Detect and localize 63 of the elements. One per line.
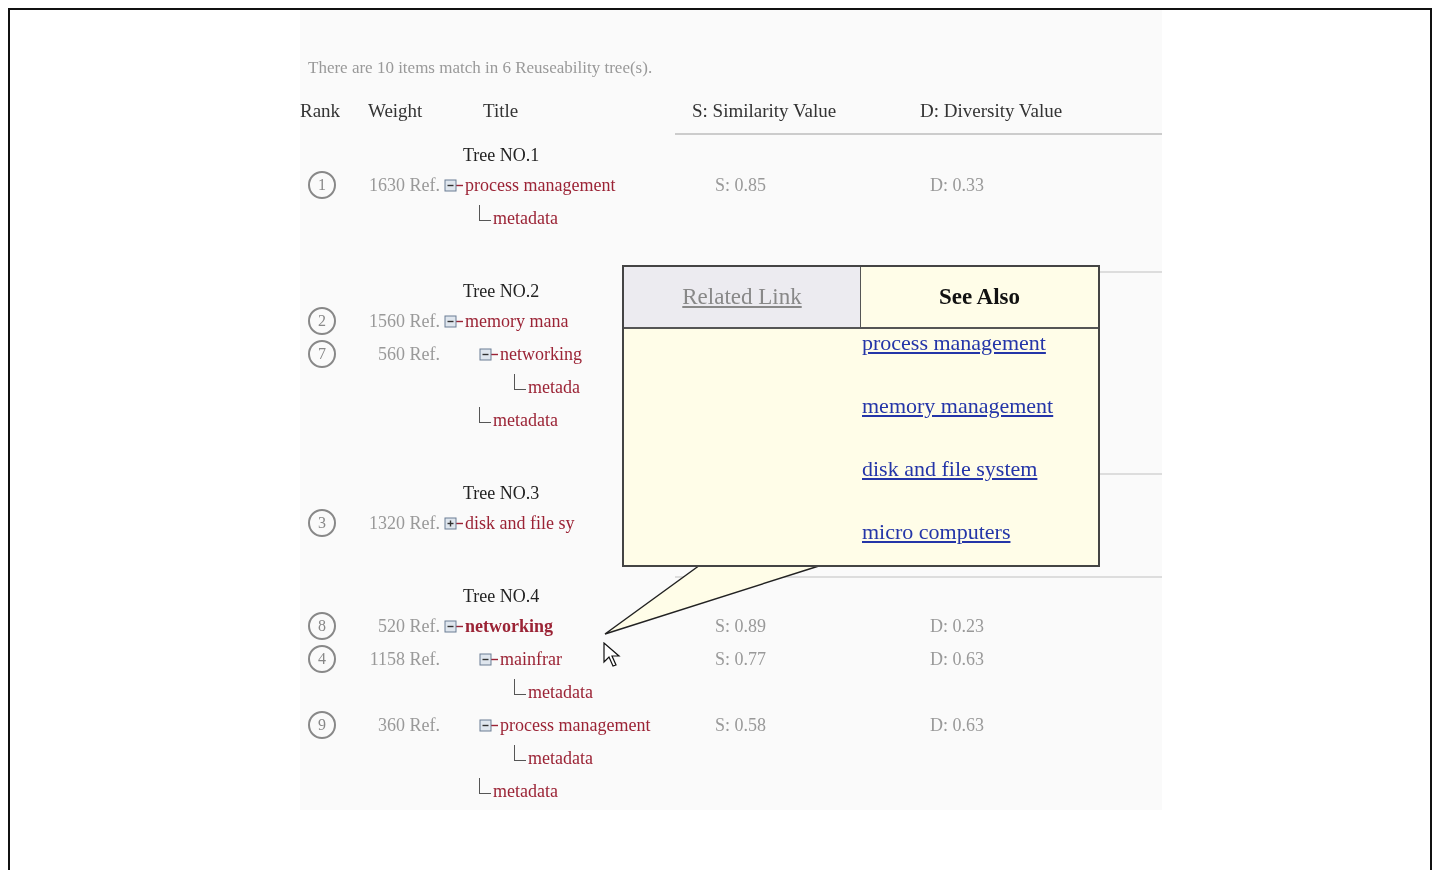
minus-box-icon[interactable]	[444, 178, 463, 192]
tree-node-label[interactable]: metadata	[493, 406, 558, 434]
see-also-link[interactable]: disk and file system	[862, 453, 1098, 485]
column-header: Rank	[300, 100, 341, 122]
tree-node-label[interactable]: metadata	[528, 678, 593, 706]
tree-connector	[514, 374, 526, 390]
tree-title: Tree NO.4	[463, 584, 540, 608]
similarity-value: S: 0.58	[715, 714, 766, 735]
weight-text: 360 Ref.	[378, 714, 440, 735]
see-also-link[interactable]: memory management	[862, 390, 1098, 422]
diversity-value: D: 0.33	[930, 174, 984, 195]
tree-connector	[514, 679, 526, 695]
rank-badge: 1	[308, 171, 336, 199]
tree-node-label[interactable]: mainfrar	[500, 645, 562, 673]
minus-box-icon[interactable]	[444, 314, 463, 328]
tree-node-label[interactable]: networking	[500, 340, 582, 368]
rank-badge: 4	[308, 645, 336, 673]
tree-node-label[interactable]: memory mana	[465, 307, 569, 335]
summary-text: There are 10 items match in 6 Reuseability tree(s).	[307, 57, 654, 79]
tree-node-label[interactable]: metadata	[493, 204, 558, 232]
tree-node-label[interactable]: networking	[465, 612, 553, 640]
tree-connector	[479, 407, 491, 423]
tree-node-label[interactable]: process management	[500, 711, 651, 739]
similarity-value: S: 0.77	[715, 648, 766, 669]
column-header: S: Similarity Value	[692, 100, 837, 122]
minus-box-icon[interactable]	[479, 718, 498, 732]
cursor-icon	[603, 642, 623, 670]
tree-connector	[514, 745, 526, 761]
weight-text: 560 Ref.	[378, 343, 440, 364]
weight-text: 1320 Ref.	[369, 512, 440, 533]
weight-text: 1630 Ref.	[369, 174, 440, 195]
column-header: Title	[483, 100, 519, 122]
diversity-value: D: 0.63	[930, 648, 984, 669]
rank-badge: 8	[308, 612, 336, 640]
tree-node-label[interactable]: process management	[465, 171, 616, 199]
tree-title: Tree NO.3	[463, 481, 540, 505]
tree-node-label[interactable]: metada	[528, 373, 580, 401]
tree-title: Tree NO.1	[463, 143, 540, 167]
see-also-link[interactable]: process management	[862, 327, 1098, 359]
tree-node-label[interactable]: metadata	[528, 744, 593, 772]
weight-text: 520 Ref.	[378, 615, 440, 636]
see-also-link[interactable]: micro computers	[862, 516, 1098, 548]
similarity-value: S: 0.89	[715, 615, 766, 636]
tree-connector	[479, 778, 491, 794]
column-header: D: Diversity Value	[920, 100, 1063, 122]
plus-box-icon[interactable]	[444, 516, 463, 530]
minus-box-icon[interactable]	[444, 619, 463, 633]
minus-box-icon[interactable]	[479, 347, 498, 361]
tree-node-label[interactable]: metadata	[493, 777, 558, 805]
diversity-value: D: 0.63	[930, 714, 984, 735]
similarity-value: S: 0.85	[715, 174, 766, 195]
rank-badge: 2	[308, 307, 336, 335]
tree-title: Tree NO.2	[463, 279, 540, 303]
weight-text: 1560 Ref.	[369, 310, 440, 331]
diversity-value: D: 0.23	[930, 615, 984, 636]
tree-node-label[interactable]: disk and file sy	[465, 509, 575, 537]
tree-connector	[479, 205, 491, 221]
minus-box-icon[interactable]	[479, 652, 498, 666]
column-header: Weight	[368, 100, 423, 122]
rank-badge: 7	[308, 340, 336, 368]
rank-badge: 3	[308, 509, 336, 537]
rank-badge: 9	[308, 711, 336, 739]
weight-text: 1158 Ref.	[369, 648, 440, 669]
